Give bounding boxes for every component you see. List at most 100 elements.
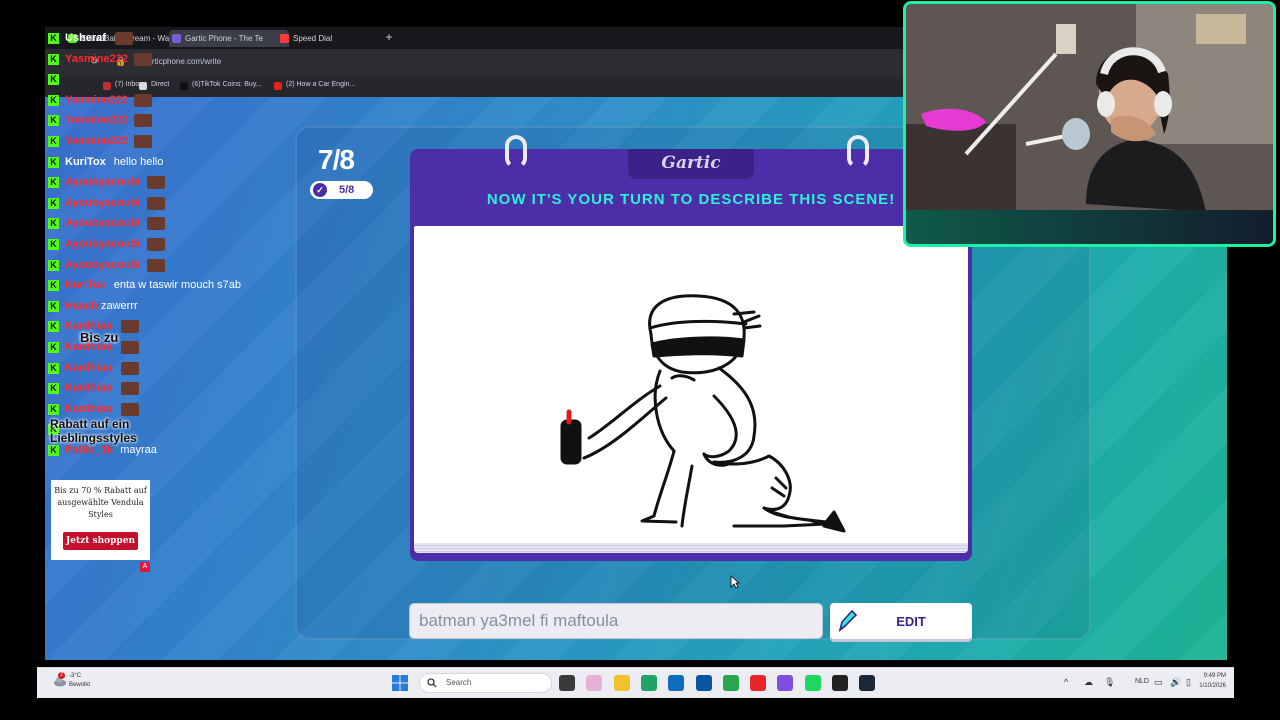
emote-icon <box>134 114 152 128</box>
taskbar-app-icon[interactable] <box>559 675 575 691</box>
drawing-card: Gartic NOW IT'S YOUR TURN TO DESCRIBE TH… <box>410 135 972 561</box>
weather-condition[interactable]: Bewolkt <box>69 682 90 688</box>
taskbar-app-icon[interactable] <box>859 675 876 691</box>
drawing-canvas <box>414 226 968 544</box>
chat-text: hello hello <box>113 155 164 168</box>
taskbar-app-icon[interactable] <box>750 675 767 691</box>
chat-username[interactable]: Yasmine222 <box>65 53 128 65</box>
chat-text: zawerrr <box>101 299 138 312</box>
youtube-icon <box>274 82 282 90</box>
ad-overlay-line: Bis zu <box>80 330 119 345</box>
battery-icon[interactable]: ▯ <box>1186 677 1191 688</box>
emote-icon <box>134 52 152 66</box>
taskbar-search[interactable]: Search <box>419 673 552 693</box>
taskbar-app-icon[interactable] <box>804 675 821 691</box>
taskbar-app-icon[interactable] <box>640 675 657 691</box>
chat-username[interactable]: Ayoubyacoubi <box>65 176 140 188</box>
chat-username[interactable]: Haach <box>65 300 98 312</box>
ad-overlay-line: Rabatt auf ein <box>50 417 130 431</box>
chat-username[interactable]: Usheraf <box>65 32 106 44</box>
notepad-edge <box>414 543 968 553</box>
vendula-ad[interactable]: Bis zu 70 % Rabatt auf ausgewählte Vendu… <box>51 480 150 560</box>
bookmark-label: (2) How a Car Engin... <box>286 81 356 88</box>
search-icon <box>427 678 437 688</box>
drawing-illustration <box>560 294 846 533</box>
kick-badge-icon: K <box>48 74 59 86</box>
microphone-icon[interactable]: 🎙 <box>1104 677 1115 688</box>
language-indicator[interactable]: NLD <box>1135 678 1149 685</box>
tab-speed-dial[interactable]: Speed Dial <box>277 30 383 47</box>
taskbar-app-icon[interactable] <box>695 675 712 691</box>
kick-badge-icon: K <box>48 156 59 168</box>
chat-username[interactable]: Ayoubyacoubi <box>65 259 140 271</box>
ad-choices-icon[interactable]: A <box>140 562 150 572</box>
round-counter: 7/8 <box>318 144 355 175</box>
description-input[interactable] <box>409 603 823 639</box>
ad-overlay: Bis zu Rabatt auf ein Lieblingsstyles <box>50 330 150 445</box>
system-tray: ^ ☁ 🎙 NLD ▭ 🔊 ▯ 9:49 PM 1/10/2026 <box>1064 668 1234 698</box>
chat-username[interactable]: Ayoubyacoubi <box>65 217 140 229</box>
kick-badge-icon: K <box>48 259 59 271</box>
weather-alert-badge: 2 <box>58 672 65 679</box>
bookmark-youtube[interactable]: (2) How a Car Engin... <box>274 81 356 90</box>
emote-icon <box>146 196 165 210</box>
chat-username[interactable]: Pablo_1k <box>65 444 113 456</box>
emote-icon <box>146 217 165 231</box>
volume-icon[interactable]: 🔊 <box>1170 677 1181 688</box>
windows-taskbar: 2 -3°C Bewolkt Search ^ ☁ 🎙 NLD ▭ 🔊 ▯ 9:… <box>37 667 1234 698</box>
binder-ring-icon <box>847 135 869 169</box>
chat-username[interactable]: Yasmine222 <box>65 114 128 126</box>
kick-badge-icon: K <box>48 197 59 209</box>
kick-badge-icon: K <box>48 33 59 44</box>
search-placeholder: Search <box>446 678 472 687</box>
speed-dial-icon <box>280 34 289 43</box>
taskbar-app-icon[interactable] <box>777 675 794 691</box>
monitor-icon[interactable]: ▭ <box>1154 677 1163 688</box>
emote-icon <box>114 32 133 45</box>
taskbar-app-icon[interactable] <box>668 675 685 691</box>
emote-icon <box>146 258 165 272</box>
chat-text: mayraa <box>120 444 157 456</box>
chat-username[interactable]: KuriTox <box>65 279 106 291</box>
chat-text: enta w taswir mouch s7ab <box>113 279 241 292</box>
emote-icon <box>146 176 165 190</box>
emote-icon <box>134 93 152 107</box>
taskbar-app-icon[interactable] <box>613 675 630 691</box>
taskbar-app-icon[interactable] <box>832 675 848 691</box>
kick-badge-icon: K <box>48 177 59 189</box>
players-done-badge: ✓ 5/8 <box>310 181 373 199</box>
chat-username[interactable]: KuriTox <box>65 156 106 168</box>
chevron-up-icon[interactable]: ^ <box>1064 677 1068 687</box>
chat-username[interactable]: Yasmine222 <box>65 94 128 106</box>
taskbar-app-icon[interactable] <box>722 675 739 691</box>
edit-button[interactable]: EDIT <box>830 603 972 639</box>
emote-icon <box>134 135 152 148</box>
kick-badge-icon: K <box>48 300 59 312</box>
taskbar-app-icon[interactable] <box>586 675 603 691</box>
mouse-cursor-icon <box>730 575 740 589</box>
ad-overlay-line: Lieblingsstyles <box>50 431 137 445</box>
edit-label: EDIT <box>896 614 926 629</box>
windows-start-icon[interactable] <box>392 675 408 691</box>
cloud-sync-icon[interactable]: ☁ <box>1084 677 1093 688</box>
check-icon: ✓ <box>313 183 327 197</box>
clock-date[interactable]: 1/10/2026 <box>1199 683 1226 689</box>
weather-temperature[interactable]: -3°C <box>69 673 81 679</box>
ad-text: Bis zu 70 % Rabatt auf ausgewählte Vendu… <box>54 486 147 519</box>
shop-now-button[interactable]: Jetzt shoppen <box>63 532 138 550</box>
players-done-count: 5/8 <box>339 184 355 196</box>
clock-time[interactable]: 9:49 PM <box>1204 673 1226 679</box>
chat-username[interactable]: Yasmine222 <box>65 135 128 147</box>
binder-ring-icon <box>505 135 527 169</box>
chat-username[interactable]: Ayoubyacoubi <box>65 197 140 209</box>
instruction-title: NOW IT'S YOUR TURN TO DESCRIBE THIS SCEN… <box>486 191 896 208</box>
new-tab-button[interactable]: + <box>382 30 396 44</box>
gartic-logo: Gartic <box>628 149 754 179</box>
kick-badge-icon: K <box>48 239 59 250</box>
emote-icon <box>146 238 165 251</box>
kick-badge-icon: K <box>48 115 59 127</box>
kick-badge-icon: K <box>48 445 59 456</box>
webcam-bottom-bar <box>906 210 1273 244</box>
chat-username[interactable]: Ayoubyacoubi <box>65 238 140 250</box>
kick-badge-icon: K <box>48 280 59 292</box>
